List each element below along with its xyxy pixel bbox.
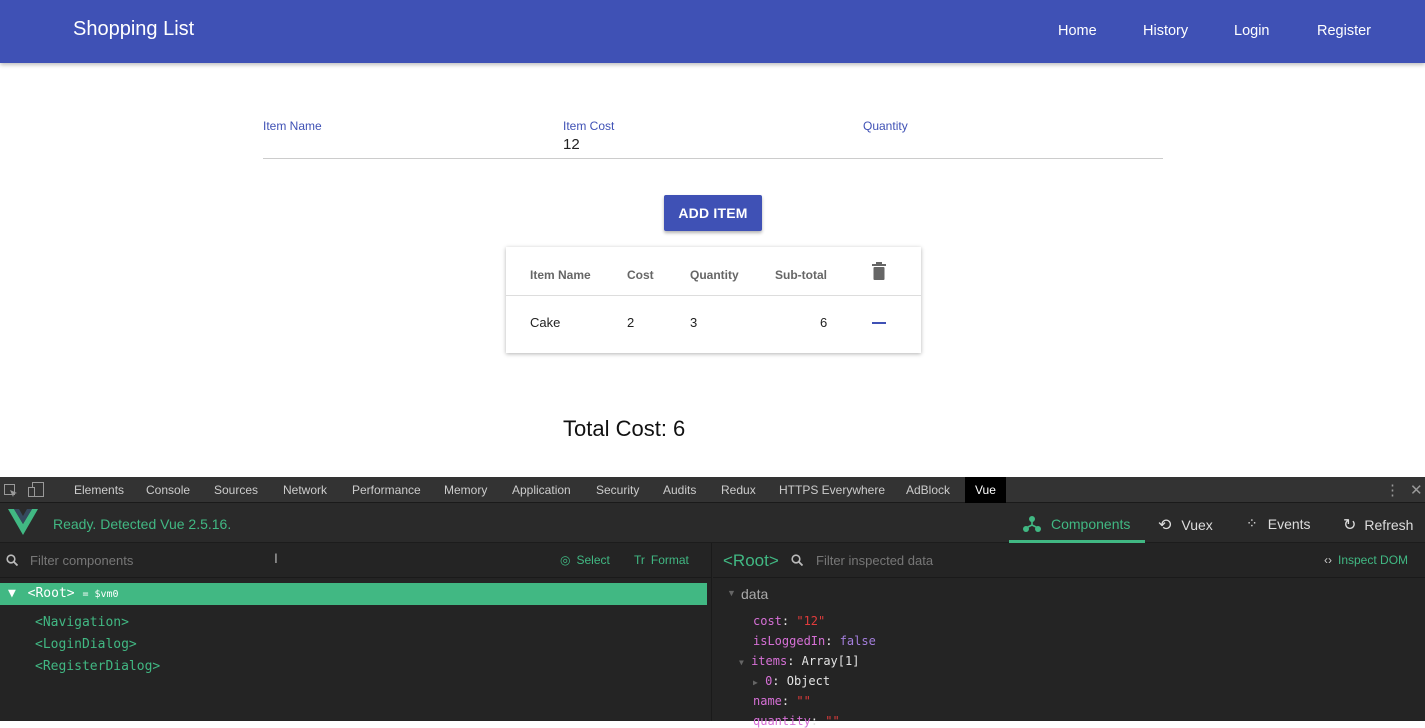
expand-triangle-icon[interactable]: ▼ (739, 658, 744, 667)
history-icon: ⟲ (1158, 517, 1172, 534)
tab-security[interactable]: Security (596, 483, 639, 497)
vue-toolbar: Ready. Detected Vue 2.5.16. Components ⟲… (0, 503, 1425, 543)
component-filter-row: I ◎Select TrFormat (0, 543, 711, 578)
form-underline (263, 158, 1163, 159)
item-cost-input[interactable]: 12 (563, 136, 580, 153)
filter-inspected-data-input[interactable] (816, 553, 1036, 568)
tree-root-node[interactable]: ▼ <Root> = $vm0 (0, 583, 707, 605)
trash-icon[interactable] (872, 262, 886, 280)
devtools-tabbar: Elements Console Sources Network Perform… (0, 477, 1425, 503)
prop-items[interactable]: ▼ items: Array[1] (739, 654, 859, 668)
refresh-icon: ↻ (1343, 517, 1357, 534)
prop-cost: cost: "12" (753, 614, 826, 628)
header-cost: Cost (627, 268, 654, 282)
tab-application[interactable]: Application (512, 483, 571, 497)
components-icon (1023, 516, 1041, 532)
text-cursor-icon: I (274, 550, 278, 566)
data-section-label: data (741, 586, 769, 602)
vue-tab-events[interactable]: ⁘ Events (1246, 515, 1311, 532)
tab-memory[interactable]: Memory (444, 483, 487, 497)
vue-logo-icon (8, 509, 38, 535)
header-item-name: Item Name (530, 268, 591, 282)
collapsed-triangle-icon[interactable]: ▶ (753, 678, 758, 687)
tab-elements[interactable]: Elements (74, 483, 124, 497)
close-icon[interactable]: ✕ (1410, 481, 1423, 499)
devtools-panel: Elements Console Sources Network Perform… (0, 477, 1425, 728)
header-quantity: Quantity (690, 268, 739, 282)
row-divider (506, 295, 921, 296)
cell-cost: 2 (627, 315, 635, 330)
vue-refresh-button[interactable]: ↻ Refresh (1343, 515, 1413, 535)
nav-register[interactable]: Register (1317, 23, 1371, 39)
tree-node-navigation[interactable]: <Navigation> (35, 615, 129, 630)
prop-items-0[interactable]: ▶ 0: Object (753, 674, 830, 688)
collapse-triangle-icon[interactable]: ▼ (727, 588, 736, 598)
tree-node-logindialog[interactable]: <LoginDialog> (35, 637, 137, 652)
tab-console[interactable]: Console (146, 483, 190, 497)
search-icon (6, 554, 18, 566)
vue-status: Ready. Detected Vue 2.5.16. (53, 516, 232, 532)
filter-components-input[interactable] (30, 553, 270, 568)
expand-triangle-icon[interactable]: ▼ (8, 586, 16, 601)
tab-sources[interactable]: Sources (214, 483, 258, 497)
add-item-button[interactable]: ADD ITEM (664, 195, 762, 231)
tree-node-registerdialog[interactable]: <RegisterDialog> (35, 659, 160, 674)
inspector-header: <Root> ‹›Inspect DOM (713, 543, 1425, 578)
vue-tab-components[interactable]: Components (1023, 515, 1130, 533)
format-button[interactable]: Tr Format (634, 553, 689, 567)
quantity-label: Quantity (863, 119, 908, 133)
header-subtotal: Sub-total (775, 268, 827, 282)
inspect-element-icon[interactable] (4, 484, 18, 497)
tab-vue[interactable]: Vue (965, 477, 1006, 503)
nav-login[interactable]: Login (1234, 23, 1269, 39)
vue-tab-vuex[interactable]: ⟲ Vuex (1158, 515, 1213, 535)
tab-adblock[interactable]: AdBlock (906, 483, 950, 497)
format-icon: Tr (634, 553, 645, 567)
cell-subtotal: 6 (820, 315, 828, 330)
inspector-pane: <Root> ‹›Inspect DOM ▼ data cost: "12" i… (713, 543, 1425, 728)
prop-quantity: quantity: "" (753, 714, 840, 728)
component-tree-pane: I ◎Select TrFormat ▼ <Root> = $vm0 <Navi… (0, 543, 712, 721)
total-cost: Total Cost: 6 (563, 416, 686, 441)
cell-name: Cake (530, 315, 561, 330)
nav-history[interactable]: History (1143, 23, 1188, 39)
device-toolbar-icon[interactable] (28, 482, 44, 497)
item-cost-label: Item Cost (563, 119, 615, 133)
select-component-button[interactable]: ◎ Select (560, 553, 610, 567)
items-table: Item Name Cost Quantity Sub-total Cake 2… (506, 247, 921, 353)
code-icon: ‹› (1324, 553, 1332, 567)
prop-isloggedin: isLoggedIn: false (753, 634, 876, 648)
tab-redux[interactable]: Redux (721, 483, 756, 497)
app-title: Shopping List (73, 18, 195, 40)
inspected-component-title: <Root> (723, 551, 779, 570)
tab-performance[interactable]: Performance (352, 483, 421, 497)
tab-https-everywhere[interactable]: HTTPS Everywhere (779, 483, 885, 497)
tab-audits[interactable]: Audits (663, 483, 696, 497)
tab-network[interactable]: Network (283, 483, 327, 497)
target-icon: ◎ (560, 553, 571, 567)
app-viewport: Shopping List Home History Login Registe… (0, 0, 1425, 477)
nav-home[interactable]: Home (1058, 23, 1097, 39)
inspect-dom-button[interactable]: ‹› Inspect DOM (1324, 553, 1408, 567)
cell-quantity: 3 (690, 315, 698, 330)
item-name-label: Item Name (263, 119, 322, 133)
top-toolbar: Shopping List Home History Login Registe… (0, 0, 1425, 63)
search-icon (791, 554, 803, 566)
events-icon: ⁘ (1246, 515, 1258, 531)
remove-item-icon[interactable] (872, 322, 886, 324)
prop-name: name: "" (753, 694, 811, 708)
more-options-icon[interactable]: ⋮ (1385, 481, 1400, 499)
